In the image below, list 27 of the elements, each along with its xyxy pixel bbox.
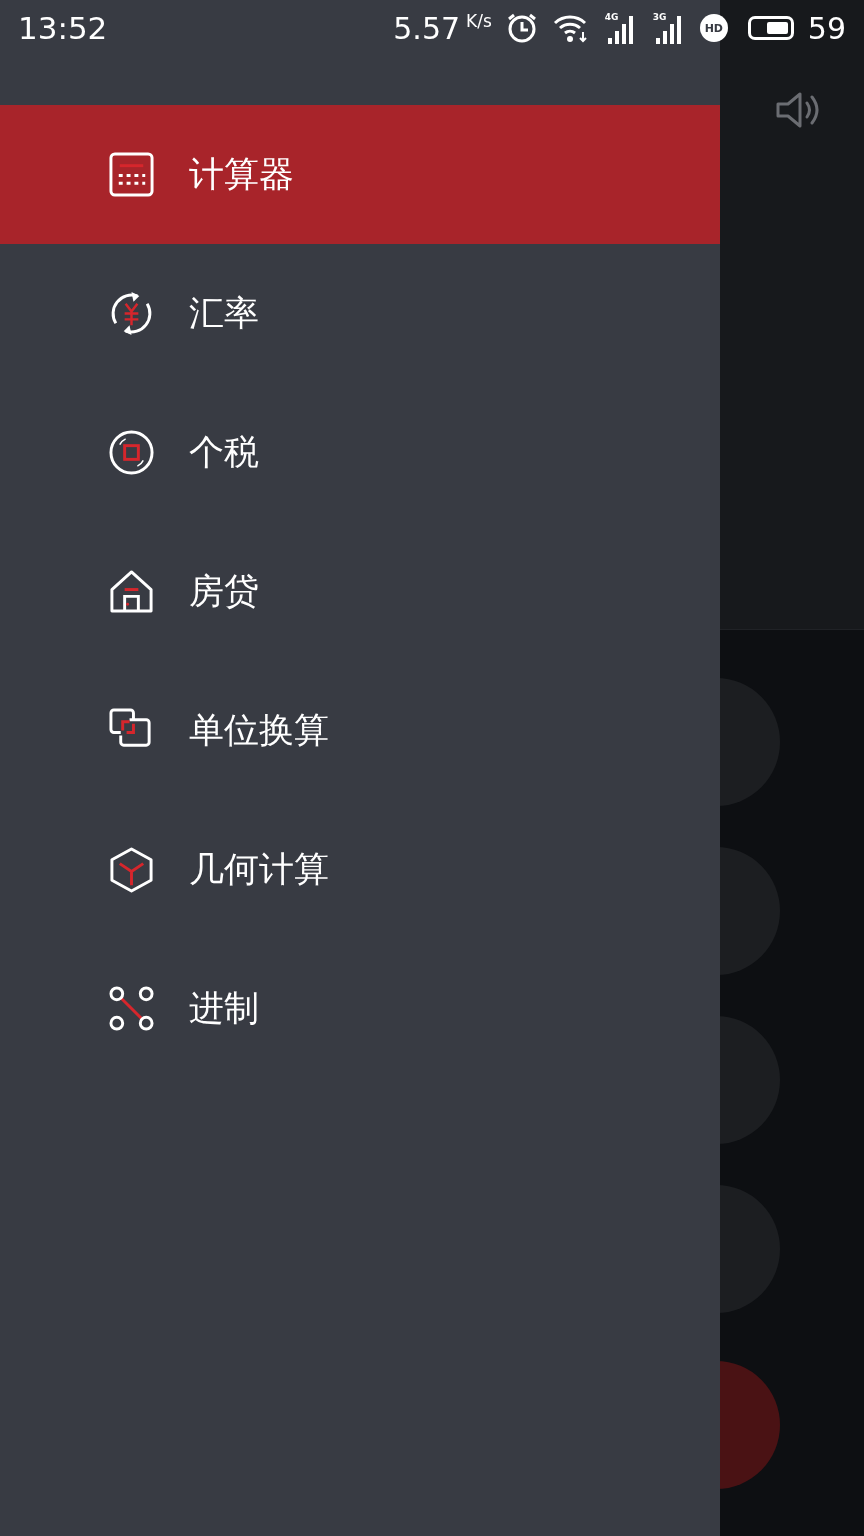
network-type: 3G — [652, 12, 667, 22]
menu-label: 个税 — [189, 431, 259, 474]
calculator-icon — [108, 151, 155, 198]
menu-item[interactable]: 计算器 — [0, 105, 720, 244]
battery-percent: 59 — [807, 10, 846, 46]
nodes-icon — [108, 985, 155, 1032]
menu-item[interactable]: 个税 — [0, 383, 720, 522]
battery-icon — [747, 16, 794, 40]
network-type: 4G — [604, 12, 619, 22]
menu-item[interactable]: 房贷 — [0, 522, 720, 661]
coin-icon — [108, 429, 155, 476]
menu-item[interactable]: 进制 — [0, 939, 720, 1078]
menu-label: 单位换算 — [189, 709, 329, 752]
menu-label: 房贷 — [189, 570, 259, 613]
menu-item[interactable]: 汇率 — [0, 244, 720, 383]
network-speed: 5.57 — [393, 10, 461, 46]
menu-label: 汇率 — [189, 292, 259, 335]
menu-label: 几何计算 — [189, 848, 329, 891]
clock-time: 13:52 — [18, 10, 108, 46]
menu-label: 计算器 — [189, 153, 294, 196]
house-icon — [108, 568, 155, 615]
menu-item[interactable]: 单位换算 — [0, 661, 720, 800]
cube-icon — [108, 846, 155, 893]
menu-item[interactable]: 几何计算 — [0, 800, 720, 939]
speed-unit: K/s — [466, 10, 492, 31]
alarm-icon — [505, 12, 538, 44]
menu-label: 进制 — [189, 987, 259, 1030]
